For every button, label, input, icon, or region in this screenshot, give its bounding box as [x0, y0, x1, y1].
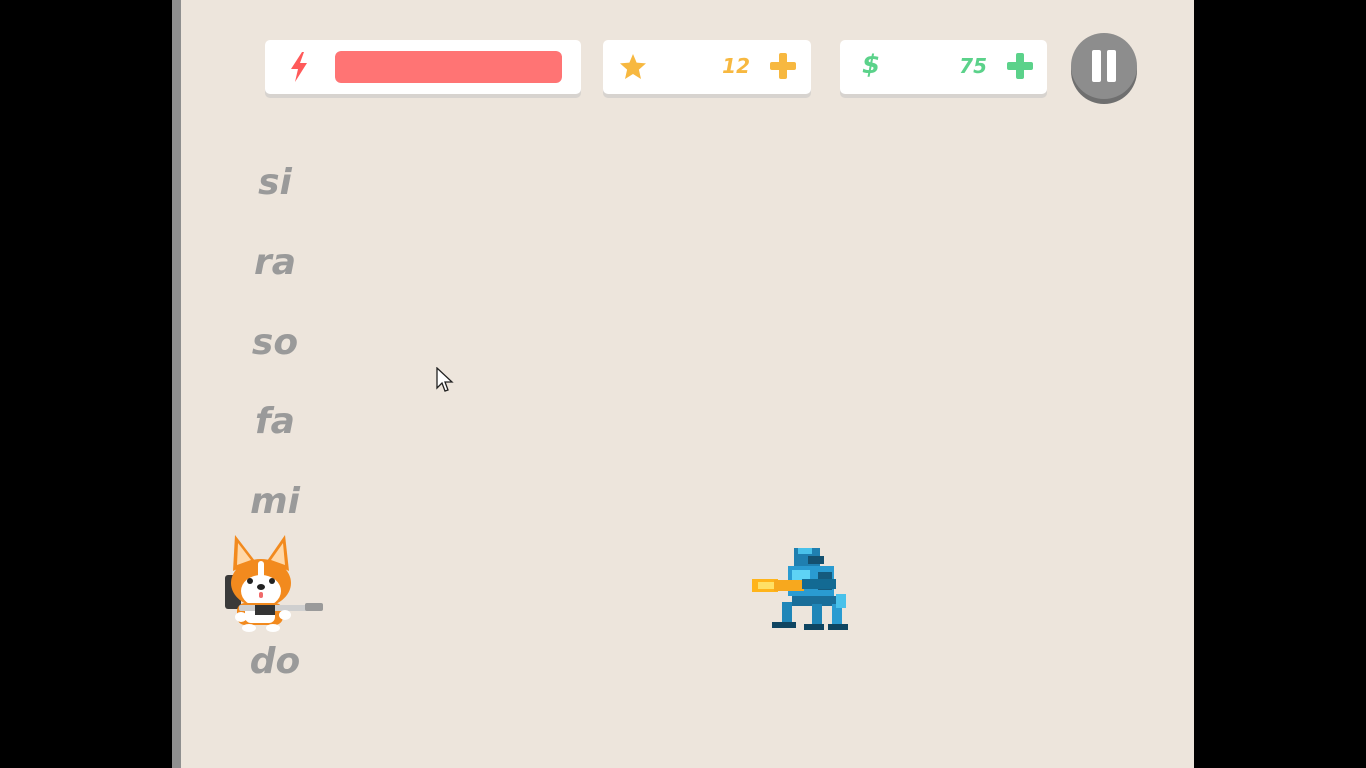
- note-label-si: si: [258, 162, 292, 203]
- energy-card: [265, 40, 581, 94]
- money-card: $ 75: [840, 40, 1047, 94]
- note-label-so: so: [251, 322, 299, 363]
- note-label-do: do: [249, 641, 301, 682]
- add-money-button[interactable]: [1006, 52, 1034, 80]
- note-label-mi: mi: [250, 481, 300, 522]
- mouse-cursor-icon: [436, 367, 454, 392]
- star-icon: [620, 54, 646, 79]
- dollar-icon: $: [862, 50, 881, 80]
- energy-bar: [335, 51, 562, 83]
- left-rail: [172, 0, 181, 768]
- lightning-icon: [291, 52, 307, 82]
- add-stars-button[interactable]: [769, 52, 797, 80]
- energy-bar-fill: [335, 51, 562, 83]
- pause-icon: [1092, 50, 1116, 82]
- stars-card: 12: [603, 40, 811, 94]
- pause-button[interactable]: [1071, 33, 1137, 99]
- stars-count: 12: [722, 54, 750, 78]
- note-label-fa: fa: [255, 401, 295, 442]
- money-amount: 75: [959, 54, 987, 78]
- note-label-ra: ra: [253, 242, 297, 283]
- corgi-player: [225, 535, 323, 632]
- robot-enemy: [752, 548, 848, 630]
